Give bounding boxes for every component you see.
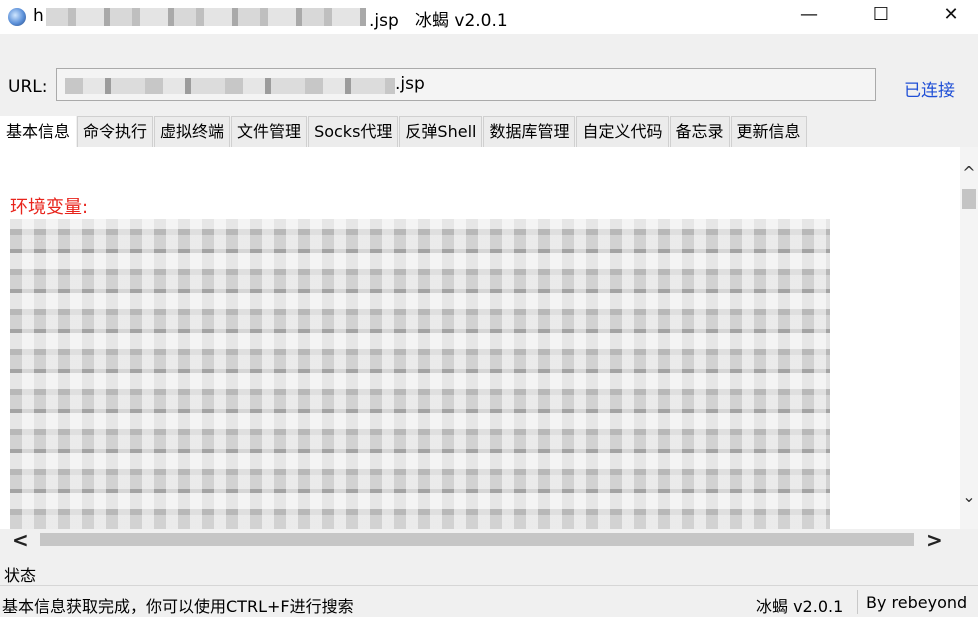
info-content-panel[interactable]: 环境变量: [0,147,960,529]
scroll-up-icon[interactable]: ^ [960,163,978,182]
scroll-down-icon[interactable]: ⌄ [960,487,978,506]
env-variables-redacted [10,219,830,529]
status-version: 冰蝎 v2.0.1 [756,597,844,616]
close-button[interactable]: ✕ [920,0,978,34]
maximize-button[interactable]: ☐ [850,0,912,34]
title-redacted-area [46,8,366,26]
url-value: .jsp [395,74,425,94]
status-author: By rebeyond [866,593,968,612]
tab-update-info[interactable]: 更新信息 [730,116,807,147]
url-redacted-area [65,78,395,94]
vertical-scroll-thumb[interactable] [962,189,976,209]
scroll-left-icon[interactable]: < [12,528,29,552]
title-bar: h .jsp 冰蝎 v2.0.1 — ☐ ✕ [0,0,978,34]
tab-basic-info[interactable]: 基本信息 [0,116,77,147]
status-message: 基本信息获取完成，你可以使用CTRL+F进行搜索 [2,597,354,616]
tab-reverse-shell[interactable]: 反弹Shell [399,116,483,147]
vertical-scrollbar[interactable]: ^ ⌄ [960,147,978,529]
window-title-prefix: h [33,6,44,26]
window-title: .jsp 冰蝎 v2.0.1 [369,11,508,31]
app-icon [8,8,26,26]
status-divider [0,585,978,586]
horizontal-scrollbar[interactable]: < > [0,528,960,552]
tab-bar: 基本信息 命令执行 虚拟终端 文件管理 Socks代理 反弹Shell 数据库管… [0,116,808,147]
tab-virtual-terminal[interactable]: 虚拟终端 [154,116,231,147]
scroll-right-icon[interactable]: > [926,528,943,552]
env-variables-heading: 环境变量: [10,197,89,218]
url-label: URL: [8,77,48,97]
status-separator [857,590,858,614]
connection-status: 已连接 [904,81,955,101]
minimize-button[interactable]: — [778,0,840,34]
tab-custom-code[interactable]: 自定义代码 [576,116,669,147]
tab-file-manager[interactable]: 文件管理 [231,116,308,147]
horizontal-scroll-thumb[interactable] [40,533,914,546]
tab-database-manager[interactable]: 数据库管理 [483,116,576,147]
tab-socks-proxy[interactable]: Socks代理 [308,116,399,147]
url-field[interactable]: .jsp [56,68,876,101]
tab-command-exec[interactable]: 命令执行 [77,116,154,147]
status-title: 状态 [4,566,37,585]
tab-memo[interactable]: 备忘录 [669,116,730,147]
